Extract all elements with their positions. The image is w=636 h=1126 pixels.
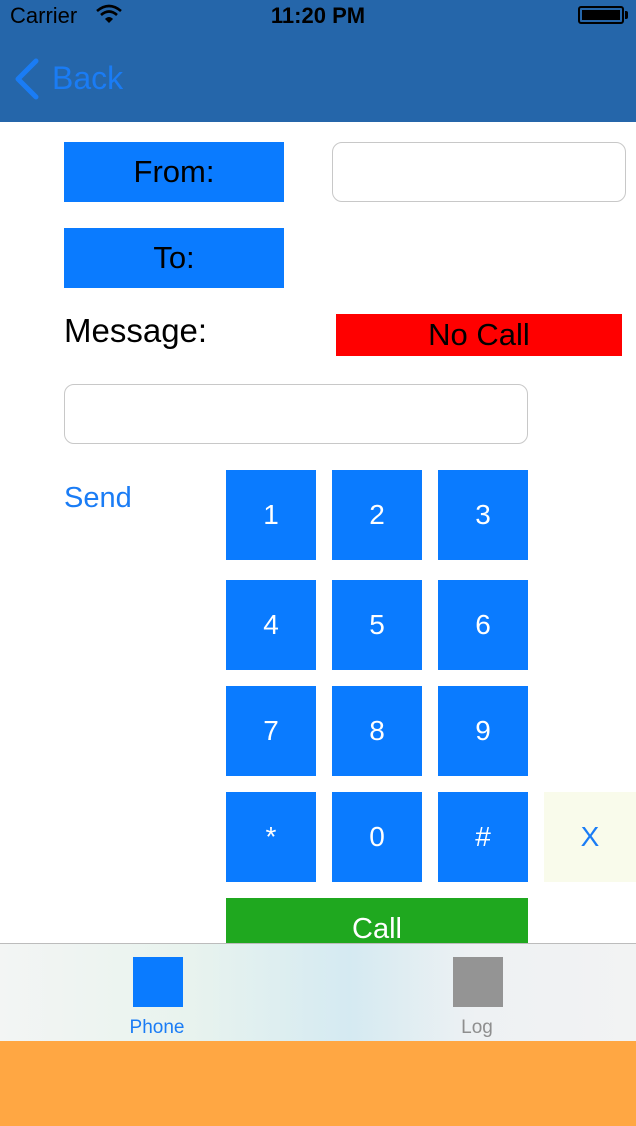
back-chevron-icon[interactable] (12, 58, 42, 100)
clear-button[interactable]: X (544, 792, 636, 882)
key-2-button[interactable]: 2 (332, 470, 422, 560)
back-button[interactable]: Back (52, 60, 123, 97)
key-7-button[interactable]: 7 (226, 686, 316, 776)
status-time: 11:20 PM (270, 3, 366, 28)
phone-tab-icon[interactable] (133, 957, 183, 1007)
key-0-button[interactable]: 0 (332, 792, 422, 882)
bottom-bar (0, 1041, 636, 1126)
key-8-button[interactable]: 8 (332, 686, 422, 776)
key-4-button[interactable]: 4 (226, 580, 316, 670)
battery-icon (578, 6, 624, 24)
from-input[interactable] (332, 142, 626, 202)
key-hash-button[interactable]: # (438, 792, 528, 882)
call-status-badge: No Call (336, 314, 622, 356)
tab-phone[interactable]: Phone (107, 1017, 207, 1039)
send-button[interactable]: Send (64, 482, 132, 515)
key-3-button[interactable]: 3 (438, 470, 528, 560)
key-5-button[interactable]: 5 (332, 580, 422, 670)
call-button[interactable]: Call (226, 898, 528, 944)
tab-bar (0, 943, 636, 1041)
battery-nub (625, 11, 628, 19)
log-tab-icon[interactable] (453, 957, 503, 1007)
from-label-button[interactable]: From: (64, 142, 284, 202)
message-label: Message: (64, 312, 208, 349)
key-1-button[interactable]: 1 (226, 470, 316, 560)
key-6-button[interactable]: 6 (438, 580, 528, 670)
tab-log[interactable]: Log (427, 1017, 527, 1039)
message-input[interactable] (64, 384, 528, 444)
key-9-button[interactable]: 9 (438, 686, 528, 776)
to-label-button[interactable]: To: (64, 228, 284, 288)
key-star-button[interactable]: * (226, 792, 316, 882)
